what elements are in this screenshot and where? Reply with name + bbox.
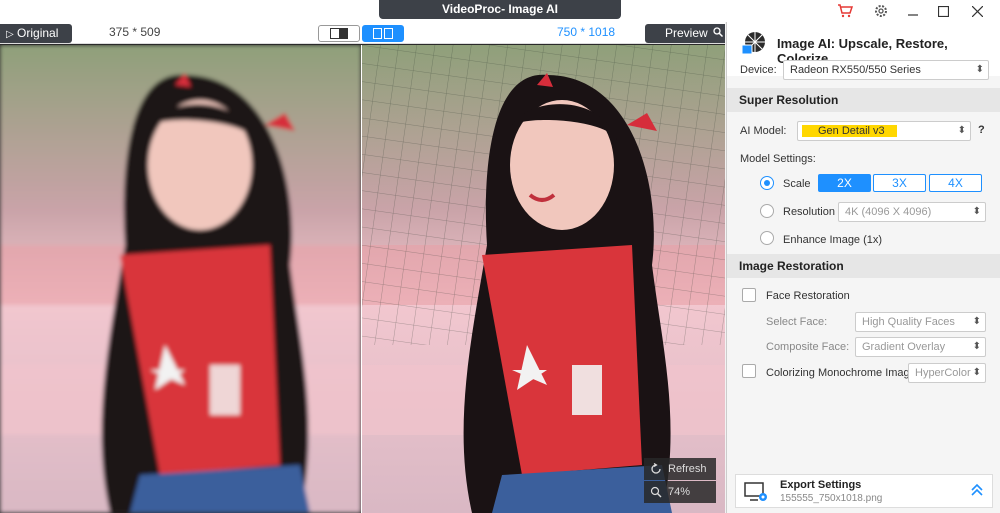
magnifier-icon <box>713 27 724 38</box>
export-monitor-icon <box>744 481 768 506</box>
model-settings-label: Model Settings: <box>740 153 816 165</box>
refresh-label: Refresh <box>668 463 707 475</box>
refresh-button[interactable]: Refresh <box>644 458 716 480</box>
minimize-icon[interactable] <box>898 0 928 22</box>
preview-label: Preview <box>665 26 708 40</box>
preview-area: ▷ Original 375 * 509 750 * 1018 Preview <box>0 22 725 513</box>
resolution-label: Resolution <box>783 206 835 218</box>
export-filename: 155555_750x1018.png <box>780 493 883 504</box>
face-restoration-label: Face Restoration <box>766 290 850 302</box>
scale-4x-button[interactable]: 4X <box>929 174 982 192</box>
colorize-checkbox[interactable] <box>742 364 756 378</box>
window-title: VideoProc- Image AI <box>379 0 621 19</box>
export-settings-bar[interactable]: Export Settings 155555_750x1018.png <box>735 474 993 508</box>
updown-chevron-icon: ⬍ <box>972 316 981 327</box>
composite-face-label: Composite Face: <box>766 341 850 353</box>
resolution-select[interactable]: 4K (4096 X 4096) ⬍ <box>838 202 986 222</box>
split-view-icon <box>330 28 348 39</box>
scale-label: Scale <box>783 178 811 190</box>
enhance-label: Enhance Image (1x) <box>783 234 883 246</box>
export-title: Export Settings <box>780 479 862 491</box>
updown-chevron-icon: ⬍ <box>975 64 984 75</box>
settings-panel: Image AI: Upscale, Restore, Colorize Dev… <box>726 22 1000 513</box>
original-dimensions: 375 * 509 <box>109 25 161 39</box>
updown-chevron-icon: ⬍ <box>972 206 981 217</box>
side-by-side-toggle[interactable] <box>362 25 404 42</box>
zoom-label: 74% <box>668 486 691 498</box>
preview-toolbar: ▷ Original 375 * 509 750 * 1018 Preview <box>0 22 725 44</box>
upscaled-image <box>362 45 725 513</box>
colorize-label: Colorizing Monochrome Image: <box>766 367 919 379</box>
resolution-radio[interactable] <box>760 204 774 218</box>
scale-radio[interactable] <box>760 176 774 190</box>
play-icon: ▷ <box>6 29 14 40</box>
refresh-icon <box>651 463 661 474</box>
image-restoration-header: Image Restoration <box>727 254 1000 278</box>
image-ai-logo-icon <box>741 30 767 59</box>
side-by-side-icon <box>373 28 393 39</box>
composite-face-value: Gradient Overlay <box>862 341 946 353</box>
original-image <box>0 45 361 513</box>
original-label: Original <box>17 26 59 40</box>
face-restoration-checkbox[interactable] <box>742 288 756 302</box>
cart-icon[interactable] <box>830 0 860 22</box>
settings-gear-icon[interactable] <box>866 0 896 22</box>
close-icon[interactable] <box>962 0 992 22</box>
expand-up-icon[interactable] <box>970 483 984 500</box>
scale-2x-button[interactable]: 2X <box>818 174 871 192</box>
zoom-icon <box>650 486 662 498</box>
colorize-select[interactable]: HyperColor ⬍ <box>908 363 986 383</box>
device-select[interactable]: Radeon RX550/550 Series ⬍ <box>783 60 989 80</box>
title-bar: VideoProc- Image AI <box>0 0 1000 22</box>
maximize-icon[interactable] <box>928 0 958 22</box>
updown-chevron-icon: ⬍ <box>972 341 981 352</box>
updown-chevron-icon: ⬍ <box>972 367 981 378</box>
select-face-label: Select Face: <box>766 316 828 328</box>
ai-model-value: Gen Detail v3 <box>802 125 897 137</box>
zoom-button[interactable]: 74% <box>644 481 716 503</box>
split-view-toggle[interactable] <box>318 25 360 42</box>
preview-button[interactable]: Preview <box>645 24 725 43</box>
enhance-radio[interactable] <box>760 231 774 245</box>
device-label: Device: <box>740 64 777 76</box>
device-value: Radeon RX550/550 Series <box>790 64 921 76</box>
resolution-value: 4K (4096 X 4096) <box>845 206 932 218</box>
select-face-value: High Quality Faces <box>862 316 955 328</box>
ai-model-label: AI Model: <box>740 125 787 137</box>
colorize-value: HyperColor <box>915 367 971 379</box>
output-dimensions: 750 * 1018 <box>557 25 616 39</box>
scale-3x-button[interactable]: 3X <box>873 174 926 192</box>
ai-model-select[interactable]: Gen Detail v3 ⬍ <box>797 121 971 141</box>
help-icon[interactable]: ? <box>978 124 985 136</box>
select-face-select[interactable]: High Quality Faces ⬍ <box>855 312 986 332</box>
original-button[interactable]: ▷ Original <box>0 24 72 43</box>
super-resolution-header: Super Resolution <box>727 88 1000 112</box>
composite-face-select[interactable]: Gradient Overlay ⬍ <box>855 337 986 357</box>
updown-chevron-icon: ⬍ <box>957 125 966 136</box>
